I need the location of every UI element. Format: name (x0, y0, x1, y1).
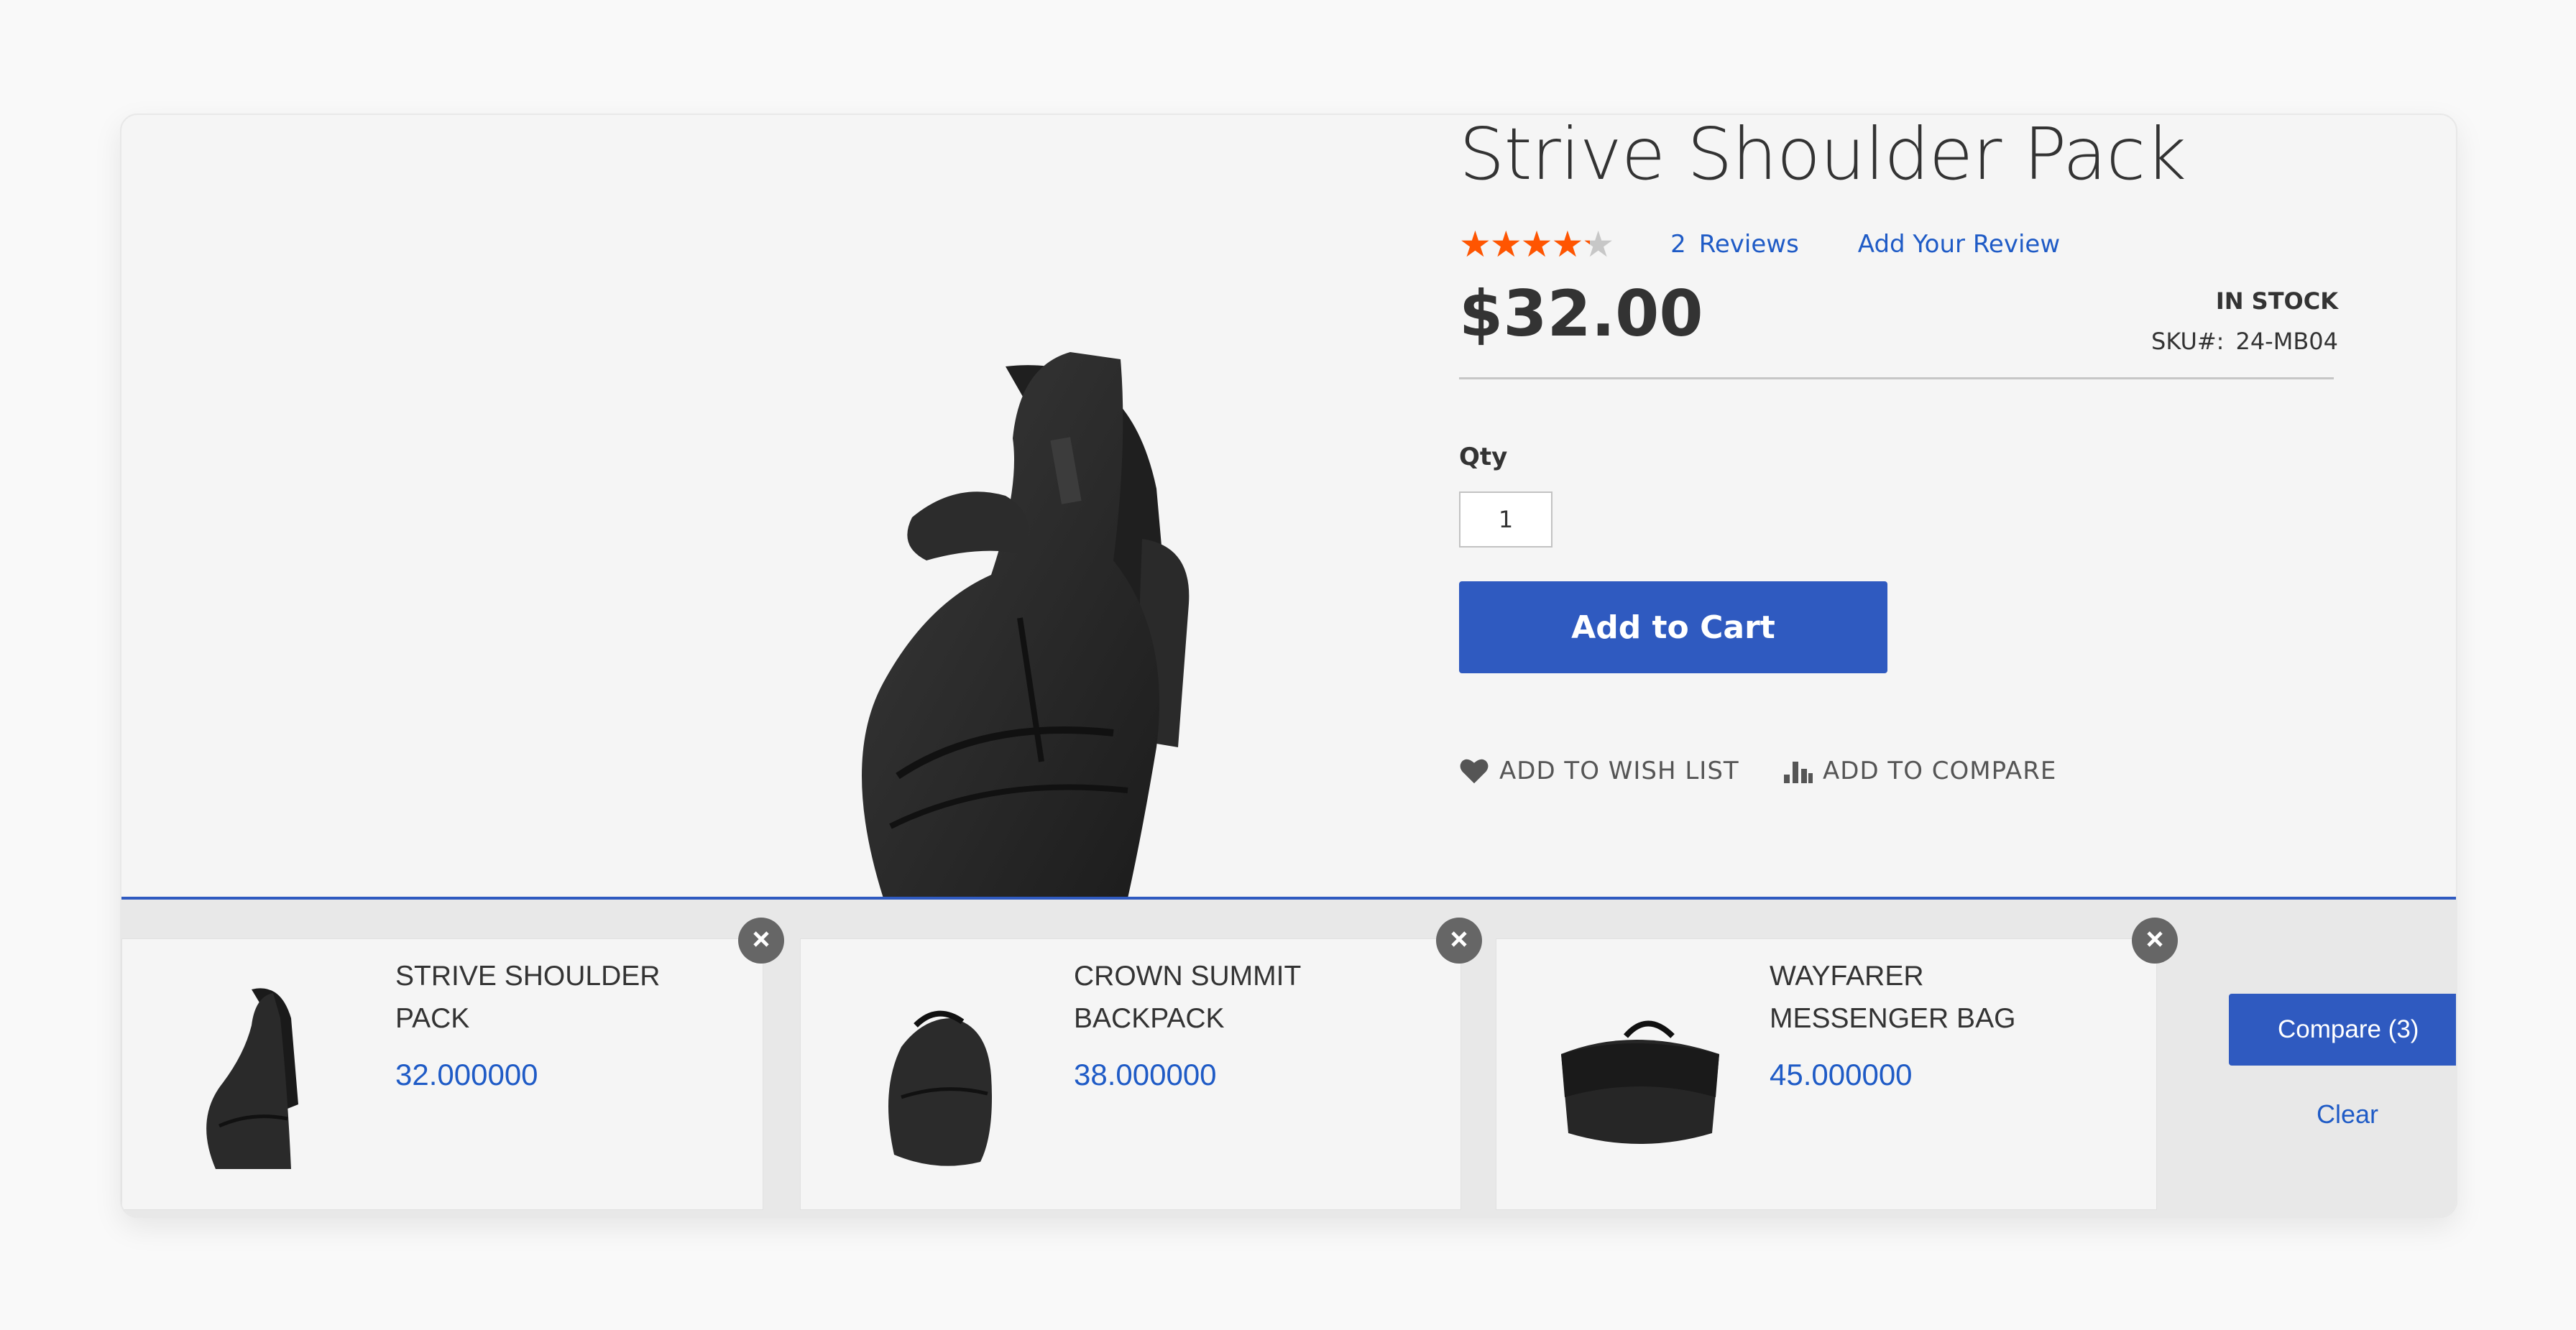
stock-status: IN STOCK (2215, 287, 2338, 315)
add-to-compare-link[interactable]: ADD TO COMPARE (1784, 753, 2056, 789)
sku-label: SKU#: (2151, 328, 2225, 355)
product-title: Strive Shoulder Pack (1459, 114, 2186, 196)
compare-item-thumbnail[interactable] (844, 975, 1031, 1176)
add-to-cart-button[interactable]: Add to Cart (1459, 581, 1887, 673)
close-icon (1448, 928, 1470, 953)
close-icon (750, 928, 772, 953)
compare-item-price: 38.000000 (1074, 1058, 1217, 1091)
remove-compare-item-button[interactable] (1436, 918, 1482, 964)
heart-icon (1459, 757, 1489, 785)
divider (1459, 377, 2334, 379)
add-review-link[interactable]: Add Your Review (1858, 230, 2060, 259)
compare-button[interactable]: Compare (3) (2229, 994, 2456, 1066)
remove-compare-item-button[interactable] (2132, 918, 2178, 964)
compare-item-price: 45.000000 (1770, 1058, 1913, 1091)
compare-item-thumbnail[interactable] (165, 975, 352, 1176)
compare-item[interactable]: CROWN SUMMIT BACKPACK 38.000000 (800, 918, 1482, 1210)
add-to-wishlist-link[interactable]: ADD TO WISH LIST (1459, 753, 1739, 789)
compare-item-price: 32.000000 (395, 1058, 538, 1091)
sku-value: 24-MB04 (2235, 328, 2338, 355)
reviews-label: Reviews (1698, 230, 1799, 259)
compare-item-name[interactable]: STRIVE SHOULDER PACK (395, 955, 683, 1040)
compare-item-name[interactable]: WAYFARER MESSENGER BAG (1770, 955, 2057, 1040)
product-sku: SKU#: 24-MB04 (2151, 328, 2338, 355)
qty-input[interactable] (1459, 491, 1552, 548)
bar-chart-icon (1784, 759, 1813, 783)
reviews-link[interactable]: 2 Reviews (1670, 230, 1799, 259)
close-icon (2144, 928, 2166, 953)
qty-label: Qty (1459, 443, 1508, 471)
compare-item[interactable]: WAYFARER MESSENGER BAG 45.000000 (1496, 918, 2178, 1210)
compare-label: ADD TO COMPARE (1823, 757, 2057, 785)
compare-item-name[interactable]: CROWN SUMMIT BACKPACK (1074, 955, 1361, 1040)
product-main-image[interactable] (121, 115, 1437, 898)
product-card: Strive Shoulder Pack ★★★★★ ★★★★★ 2 Review… (120, 114, 2457, 1218)
rating-row: ★★★★★ ★★★★★ 2 Reviews Add Your Review (1459, 223, 2060, 266)
product-price: $32.00 (1459, 277, 1703, 351)
compare-item-thumbnail[interactable] (1540, 975, 1726, 1176)
reviews-count: 2 (1670, 230, 1686, 259)
compare-item[interactable]: STRIVE SHOULDER PACK 32.000000 (121, 918, 784, 1210)
rating-stars: ★★★★★ ★★★★★ (1459, 223, 1614, 265)
remove-compare-item-button[interactable] (738, 918, 784, 964)
compare-bar: STRIVE SHOULDER PACK 32.000000 CROWN SUM… (121, 897, 2456, 1216)
wishlist-label: ADD TO WISH LIST (1499, 757, 1739, 785)
clear-compare-link[interactable]: Clear (2317, 1099, 2378, 1130)
